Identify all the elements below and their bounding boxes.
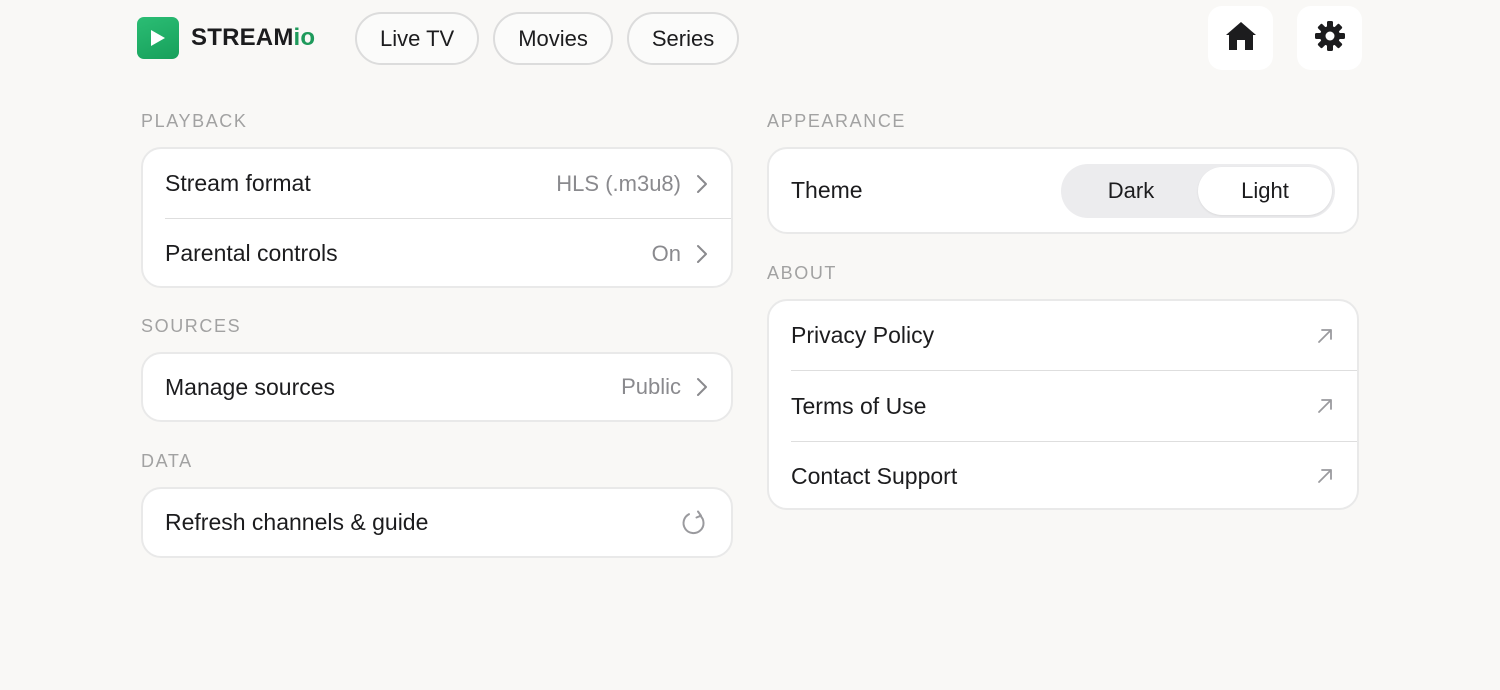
stream-format-row[interactable]: Stream format HLS (.m3u8) (143, 149, 731, 218)
contact-support-row[interactable]: Contact Support (769, 442, 1357, 510)
external-link-icon (1315, 326, 1335, 346)
section-title-sources: SOURCES (141, 316, 242, 336)
section-title-data: DATA (141, 451, 193, 471)
parental-controls-row[interactable]: Parental controls On (143, 219, 731, 288)
chevron-right-icon (695, 174, 709, 194)
external-link-icon (1315, 466, 1335, 486)
theme-segmented-control: Dark Light (1061, 164, 1335, 218)
play-icon (137, 17, 179, 59)
home-button[interactable] (1208, 6, 1273, 70)
appearance-card: Theme Dark Light (767, 147, 1359, 234)
external-link-icon (1315, 396, 1335, 416)
brand-name: STREAMio (191, 26, 315, 50)
privacy-policy-label: Privacy Policy (791, 322, 935, 348)
about-card: Privacy Policy Terms of Use Contact Supp… (767, 299, 1359, 510)
refresh-row[interactable]: Refresh channels & guide (143, 489, 731, 556)
section-title-playback: PLAYBACK (141, 111, 248, 131)
section-title-about: ABOUT (767, 263, 838, 283)
stream-format-value: HLS (.m3u8) (556, 170, 681, 196)
chevron-right-icon (695, 377, 709, 397)
parental-controls-value: On (651, 240, 681, 266)
home-icon (1224, 20, 1258, 57)
manage-sources-label: Manage sources (165, 373, 336, 400)
stream-format-label: Stream format (165, 170, 311, 196)
brand-logo[interactable]: STREAMio (137, 17, 315, 59)
manage-sources-row[interactable]: Manage sources Public (143, 354, 731, 420)
gear-icon (1314, 20, 1346, 57)
brand-name-accent: io (293, 24, 316, 51)
refresh-icon[interactable] (681, 509, 707, 537)
theme-option-light[interactable]: Light (1198, 167, 1332, 215)
nav-series[interactable]: Series (626, 12, 740, 65)
chevron-right-icon (695, 244, 709, 264)
privacy-policy-row[interactable]: Privacy Policy (769, 301, 1357, 370)
sources-card: Manage sources Public (141, 352, 733, 422)
brand-name-main: STREAM (191, 24, 294, 51)
section-title-appearance: APPEARANCE (767, 111, 907, 131)
nav-movies[interactable]: Movies (493, 12, 613, 65)
contact-support-label: Contact Support (791, 462, 958, 489)
playback-card: Stream format HLS (.m3u8) Parental contr… (141, 147, 733, 288)
top-bar: STREAMio Live TV Movies Series (0, 0, 1500, 78)
refresh-label: Refresh channels & guide (165, 509, 429, 535)
data-card: Refresh channels & guide (141, 487, 733, 558)
terms-of-use-row[interactable]: Terms of Use (769, 371, 1357, 441)
main-nav: Live TV Movies Series (355, 12, 740, 65)
parental-controls-label: Parental controls (165, 240, 338, 266)
manage-sources-value: Public (621, 374, 681, 399)
settings-button[interactable] (1297, 6, 1362, 70)
theme-option-dark[interactable]: Dark (1064, 167, 1198, 215)
terms-of-use-label: Terms of Use (791, 392, 927, 419)
nav-live-tv[interactable]: Live TV (355, 12, 480, 65)
